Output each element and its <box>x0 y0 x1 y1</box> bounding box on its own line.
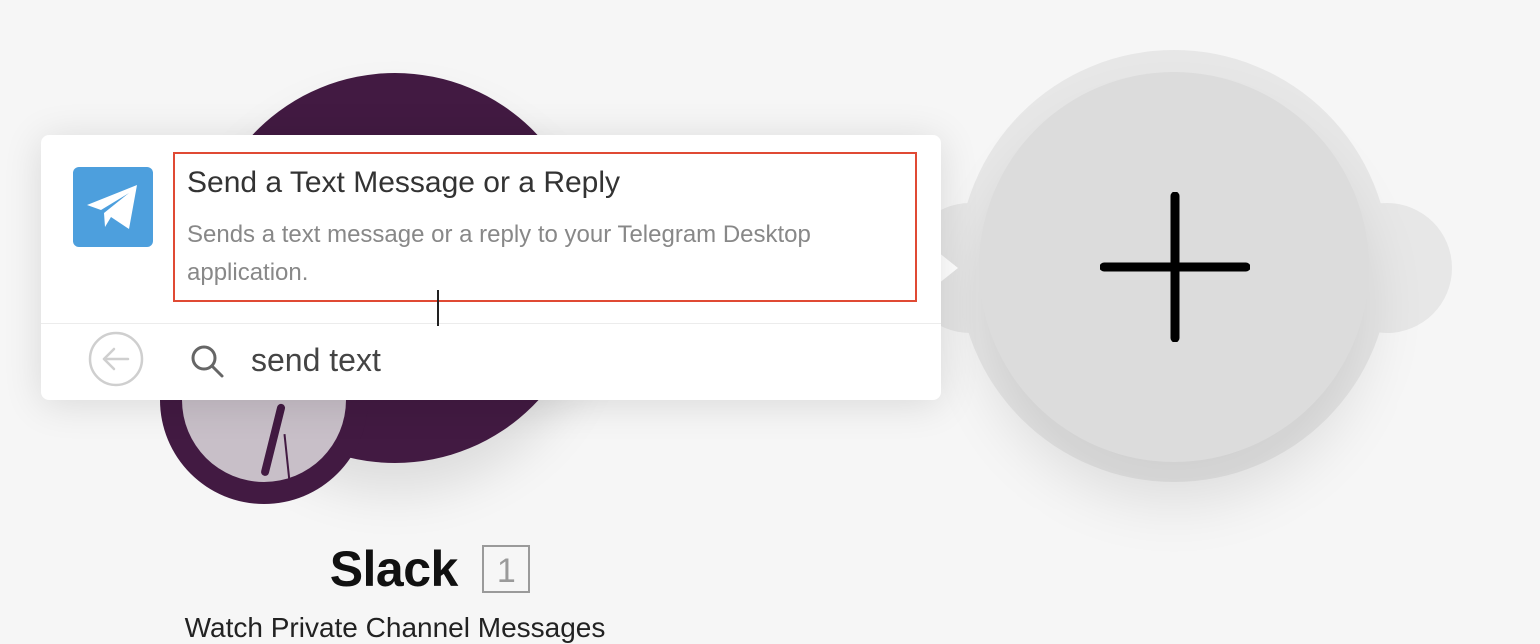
module-index-badge: 1 <box>482 545 531 593</box>
result-highlight[interactable]: Send a Text Message or a Reply Sends a t… <box>173 152 917 302</box>
module-app-name: Slack <box>329 541 459 597</box>
module-subtitle: Watch Private Channel Messages <box>184 612 606 643</box>
search-icon <box>191 345 224 378</box>
text-caret <box>437 290 439 326</box>
module-search-popup: Send a Text Message or a Reply Sends a t… <box>41 135 941 400</box>
telegram-icon <box>73 167 153 247</box>
result-title: Send a Text Message or a Reply <box>187 166 621 199</box>
search-input[interactable] <box>251 338 891 382</box>
result-description: Sends a text message or a reply to your … <box>187 221 811 286</box>
back-arrow-icon[interactable] <box>88 331 144 387</box>
popup-pointer <box>938 252 958 284</box>
search-result-item[interactable]: Send a Text Message or a Reply Sends a t… <box>41 135 941 323</box>
plus-icon[interactable] <box>1100 192 1250 342</box>
module-label: Slack 1 <box>0 540 860 598</box>
search-bar <box>41 324 941 400</box>
